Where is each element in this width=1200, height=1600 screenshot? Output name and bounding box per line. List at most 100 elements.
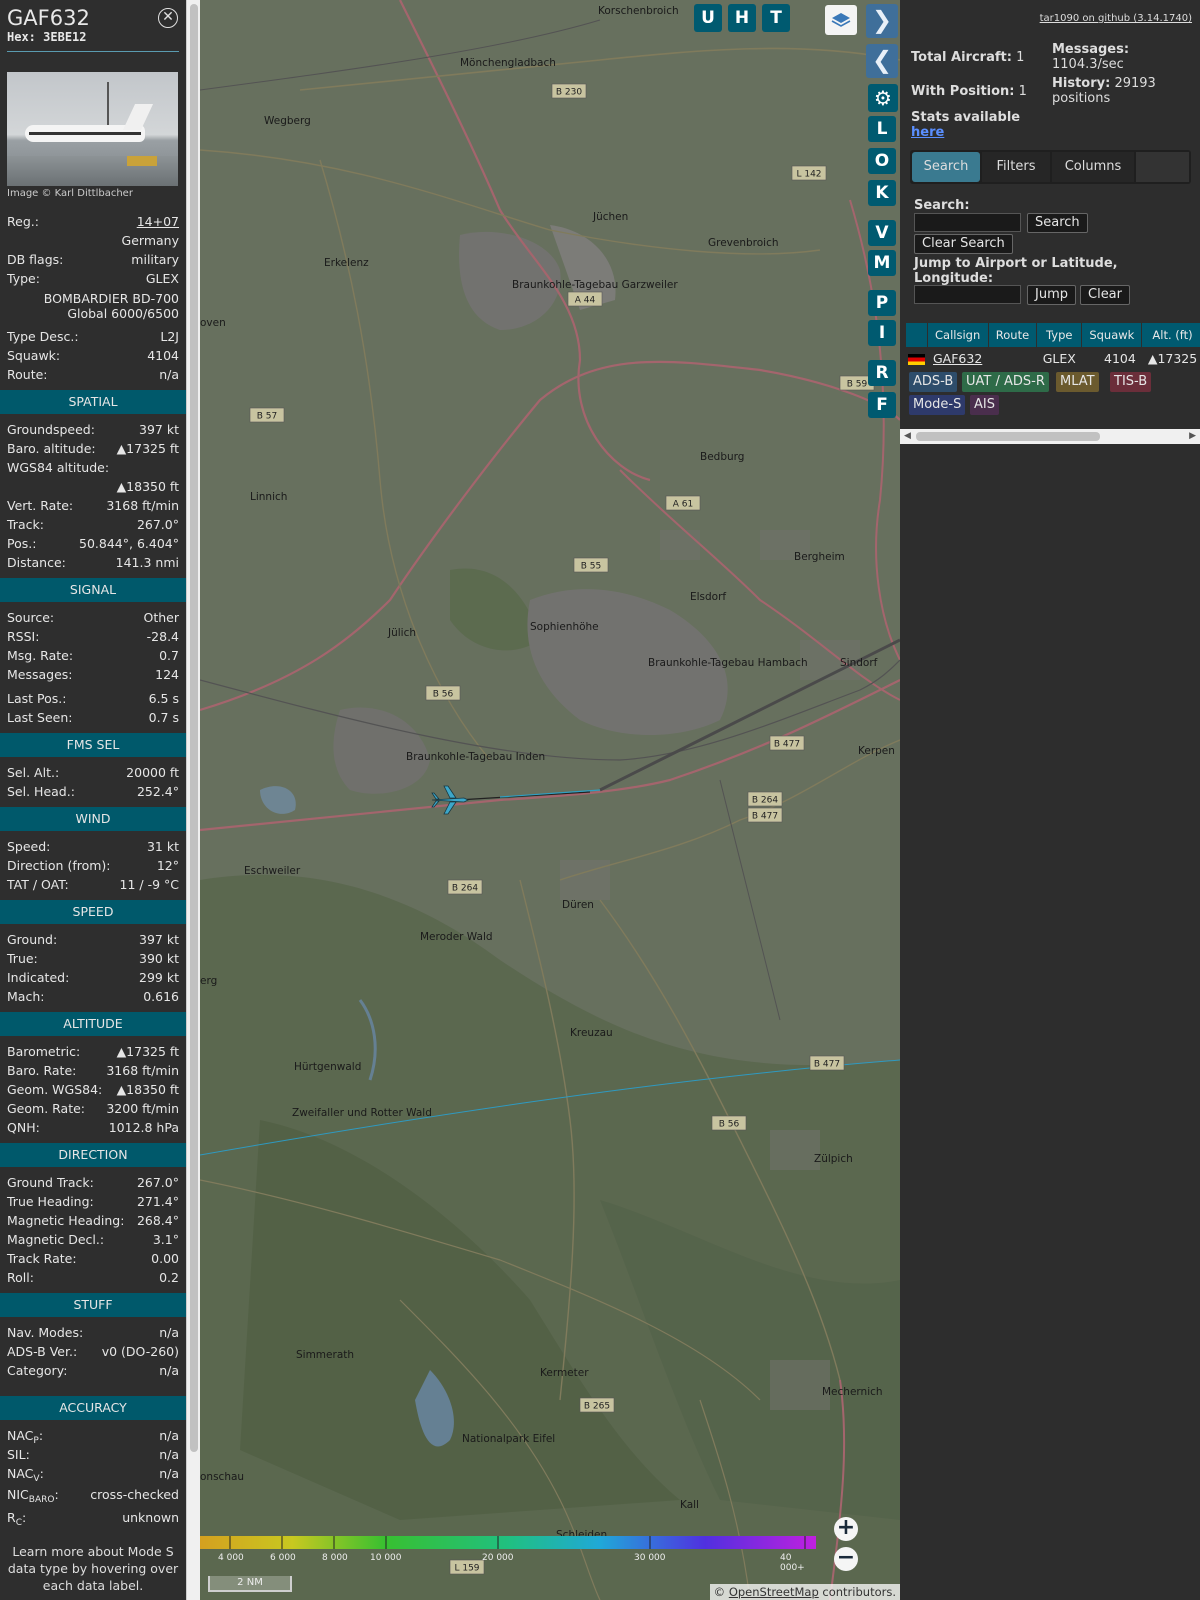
toggle-u-button[interactable]: U <box>694 4 722 32</box>
tar1090-app: GAF632 Hex: 3EBE12 ✕ Image © Karl Dittlb… <box>0 0 1200 1600</box>
altitude-legend-label: 40 000+ <box>780 1553 805 1573</box>
road-label: A 44 <box>575 296 596 306</box>
clear-search-button[interactable]: Clear Search <box>914 234 1013 254</box>
tab-columns[interactable]: Columns <box>1052 152 1134 182</box>
toggle-f-button[interactable]: F <box>868 392 896 418</box>
row-label: Track: <box>7 517 44 532</box>
row-value: ▲17325 ft <box>116 1044 179 1059</box>
cell-squawk: 4104 <box>1104 350 1136 366</box>
search-button[interactable]: Search <box>1027 213 1088 233</box>
scroll-left-icon[interactable]: ◀ <box>904 431 911 441</box>
layers-button[interactable] <box>825 5 857 35</box>
road-shield: A 44 <box>567 291 603 307</box>
section-row: Last Pos.: 6.5 s <box>7 689 179 708</box>
section-row: Roll: 0.2 <box>7 1268 179 1287</box>
source-badge-mlat: MLAT <box>1056 372 1099 392</box>
close-icon[interactable]: ✕ <box>158 8 178 28</box>
row-value: Germany <box>121 233 179 248</box>
toggle-k-button[interactable]: K <box>868 180 896 206</box>
section-row: Speed: 31 kt <box>7 837 179 856</box>
toggle-t-button[interactable]: T <box>762 4 790 32</box>
row-label: Category: <box>7 1363 68 1378</box>
zoom-out-button[interactable]: − <box>834 1547 858 1571</box>
row-value: v0 (DO-260) <box>101 1344 179 1359</box>
scroll-right-icon[interactable]: ▶ <box>1189 431 1196 441</box>
jump-button[interactable]: Jump <box>1027 285 1076 305</box>
type-full-line-2: Global 6000/6500 <box>67 306 179 321</box>
column-header[interactable] <box>906 323 928 347</box>
zoom-in-button[interactable]: + <box>834 1517 858 1541</box>
hscroll-thumb[interactable] <box>916 432 1100 441</box>
section-row: ADS-B Ver.: v0 (DO-260) <box>7 1342 179 1361</box>
row-value: 271.4° <box>136 1194 179 1209</box>
info-top-row: Reg.: 14+07 <box>7 212 179 231</box>
tab-search[interactable]: Search <box>912 152 980 182</box>
row-label: Sel. Head.: <box>7 784 75 799</box>
toggle-p-button[interactable]: P <box>868 290 896 316</box>
row-value: 0.616 <box>143 989 179 1004</box>
search-input[interactable] <box>914 213 1021 232</box>
toggle-i-button[interactable]: I <box>868 320 896 346</box>
section-spatial: SPATIAL <box>0 390 186 414</box>
column-header[interactable]: Alt. (ft) <box>1141 323 1200 347</box>
clear-jump-button[interactable]: Clear <box>1080 285 1130 305</box>
row-value: n/a <box>159 1325 179 1340</box>
aircraft-photo[interactable] <box>7 72 178 186</box>
jump-input[interactable] <box>914 285 1021 304</box>
road-shield: B 264 <box>747 791 783 807</box>
section-row: Ground: 397 kt <box>7 930 179 949</box>
section-row: Distance: 141.3 nmi <box>7 553 179 572</box>
osm-link[interactable]: OpenStreetMap <box>729 1585 819 1599</box>
place-label: Hürtgenwald <box>294 1061 361 1073</box>
toggle-h-button[interactable]: H <box>728 4 756 32</box>
toggle-o-button[interactable]: O <box>868 148 896 174</box>
section-row: True Heading: 271.4° <box>7 1192 179 1211</box>
scrollbar-thumb[interactable] <box>190 4 198 1452</box>
toggle-r-button[interactable]: R <box>868 360 896 386</box>
settings-button[interactable]: ⚙ <box>868 84 898 112</box>
section-row: ▲18350 ft <box>7 477 179 496</box>
place-label: Sindorf <box>840 657 878 669</box>
road-label: B 477 <box>774 740 800 750</box>
section-altitude: ALTITUDE <box>0 1012 186 1036</box>
row-label: Ground: <box>7 932 58 947</box>
section-row: Nav. Modes: n/a <box>7 1323 179 1342</box>
column-header[interactable]: Callsign <box>927 323 989 347</box>
place-label: Eschweiler <box>244 865 301 877</box>
toggle-l-button[interactable]: L <box>868 116 896 142</box>
section-row: Sel. Alt.: 20000 ft <box>7 763 179 782</box>
road-shield: B 477 <box>747 807 783 823</box>
row-label: Distance: <box>7 555 66 570</box>
tab-filters[interactable]: Filters <box>982 152 1050 182</box>
column-header[interactable]: Squawk <box>1081 323 1143 347</box>
row-label: True Heading: <box>7 1194 94 1209</box>
column-header[interactable]: Type <box>1036 323 1083 347</box>
map-canvas[interactable]: Korschenbroich Mönchengladbach Wegberg Erke… <box>200 0 900 1600</box>
road-shield: B 477 <box>809 1055 845 1071</box>
row-label: DB flags: <box>7 252 64 267</box>
column-header[interactable]: Route <box>988 323 1038 347</box>
toggle-v-button[interactable]: V <box>868 220 896 246</box>
table-horizontal-scrollbar[interactable]: ◀ ▶ <box>900 429 1200 444</box>
github-link[interactable]: tar1090 on github (3.14.1740) <box>1040 13 1192 24</box>
info-top-row: Germany <box>7 231 179 250</box>
altitude-legend-labels: 4 000 6 000 8 000 10 000 20 000 30 000 40 000+ <box>200 1553 816 1573</box>
table-row[interactable]: GAF632 GLEX 4104 ▲17325 <box>906 347 1200 369</box>
type-full-line-1: BOMBARDIER BD-700 <box>43 291 179 306</box>
with-position: With Position: 1 <box>911 84 1027 99</box>
toggle-m-button[interactable]: M <box>868 250 896 276</box>
stats-link[interactable]: here <box>911 125 944 140</box>
collapse-sidebar-button[interactable]: ❮ <box>866 44 898 78</box>
road-shield: B 57 <box>249 407 285 423</box>
road-label: B 56 <box>433 690 454 700</box>
row-value: 299 kt <box>139 970 179 985</box>
place-label: Kreuzau <box>570 1027 613 1039</box>
section-rows: Speed: 31 kt Direction (from): 12° TAT / OAT… <box>0 837 186 894</box>
row-value: GLEX <box>145 271 179 286</box>
altitude-legend-label: 20 000 <box>482 1553 514 1563</box>
cell-callsign[interactable]: GAF632 <box>927 347 988 369</box>
info-panel-scrollbar[interactable] <box>186 0 200 1600</box>
source-badge-uat-ads-r: UAT / ADS-R <box>962 372 1049 392</box>
expand-sidebar-button[interactable]: ❯ <box>866 4 898 38</box>
row-value: 11 / -9 °C <box>119 877 179 892</box>
